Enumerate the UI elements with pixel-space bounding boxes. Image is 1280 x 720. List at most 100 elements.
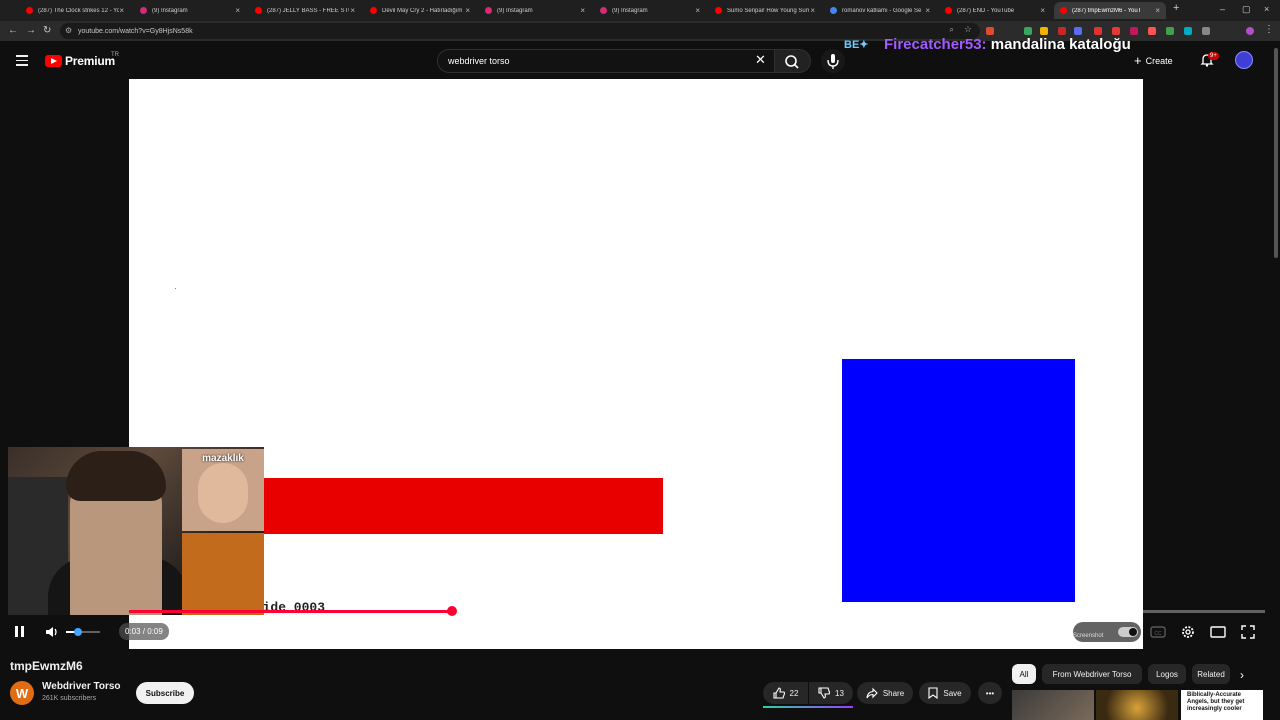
instagram-favicon-icon	[600, 7, 607, 14]
subtitles-button[interactable]: CC	[1150, 624, 1166, 640]
progress-fill	[129, 610, 452, 613]
browser-tab[interactable]: (287) JELLY BASS - FREE STUFF×	[249, 2, 361, 19]
volume-slider[interactable]	[66, 628, 100, 636]
thumbnail-caption: Biblically-Accurate Angels, but they get…	[1187, 692, 1245, 712]
time-display: 0:03 / 0:09	[119, 623, 169, 640]
browser-tab[interactable]: (9) Instagram ×	[594, 2, 706, 19]
extension-icon[interactable]	[986, 27, 994, 35]
premium-logo-text[interactable]: Premium	[65, 54, 115, 68]
close-tab-icon[interactable]: ×	[119, 6, 124, 15]
volume-knob[interactable]	[73, 628, 82, 636]
search-button[interactable]	[775, 49, 811, 73]
extension-icon[interactable]	[1112, 27, 1120, 35]
close-tab-icon[interactable]: ×	[580, 6, 585, 15]
new-tab-button[interactable]: +	[1173, 2, 1179, 14]
browser-tab[interactable]: (9) Instagram ×	[479, 2, 591, 19]
extension-icon[interactable]	[1148, 27, 1156, 35]
video-title: tmpEwmzM6	[10, 659, 83, 673]
more-horizontal-icon: •••	[985, 688, 995, 698]
chip-related[interactable]: Related	[1192, 664, 1230, 684]
browser-tab[interactable]: romanov katliamı - Google Se ×	[824, 2, 936, 19]
progress-scrubber[interactable]	[446, 606, 457, 616]
tab-title: Sumo Senpai! How Young Sumo	[727, 7, 809, 14]
extension-icon[interactable]	[1130, 27, 1138, 35]
like-button[interactable]: 22	[763, 682, 808, 704]
extension-icon[interactable]	[1166, 27, 1174, 35]
youtube-logo-icon[interactable]	[45, 55, 62, 67]
profile-avatar-icon[interactable]	[1246, 27, 1254, 35]
zoom-icon[interactable]: ⌕	[950, 25, 954, 35]
account-avatar[interactable]	[1235, 51, 1253, 69]
chip-logos[interactable]: Logos	[1148, 664, 1186, 684]
maximize-icon[interactable]: ▢	[1242, 4, 1251, 15]
create-button[interactable]: + Create	[1134, 53, 1173, 68]
tab-title: (287) JELLY BASS - FREE STUFF	[267, 7, 349, 14]
save-button[interactable]: Save	[919, 682, 971, 704]
tab-title: (287) END - YouTube	[957, 7, 1015, 14]
browser-tab[interactable]: Sumo Senpai! How Young Sumo ×	[709, 2, 821, 19]
browser-tab-active[interactable]: (287) tmpEwmzM6 - YouT ×	[1054, 2, 1166, 19]
close-tab-icon[interactable]: ×	[235, 6, 240, 15]
browser-menu-icon[interactable]: ⋮	[1264, 24, 1274, 35]
close-tab-icon[interactable]: ×	[695, 6, 700, 15]
extension-icon[interactable]	[1184, 27, 1192, 35]
close-tab-icon[interactable]: ×	[1040, 6, 1045, 15]
minimize-icon[interactable]: –	[1220, 4, 1225, 14]
blue-rectangle	[842, 359, 1075, 602]
site-info-icon[interactable]: ⚙	[65, 26, 72, 35]
like-ratio-bar	[763, 706, 853, 708]
bookmark-star-icon[interactable]: ☆	[964, 24, 972, 35]
back-icon[interactable]: ←	[8, 25, 18, 36]
extension-icon[interactable]	[1094, 27, 1102, 35]
forward-icon[interactable]: →	[26, 25, 36, 36]
video-player[interactable]: Slide 0003	[129, 79, 1143, 649]
channel-avatar[interactable]: W	[10, 681, 34, 705]
reload-icon[interactable]: ↻	[43, 25, 51, 36]
scrollbar-thumb[interactable]	[1274, 48, 1278, 258]
recommended-thumbnail[interactable]	[1096, 690, 1178, 720]
voice-search-button[interactable]	[821, 49, 845, 73]
menu-icon[interactable]	[16, 55, 28, 66]
recommended-thumbnail[interactable]	[1012, 690, 1094, 720]
extension-icon[interactable]	[1074, 27, 1082, 35]
extension-icon[interactable]	[1040, 27, 1048, 35]
browser-tab[interactable]: Devil May Cry 2 - Hatırladığım ×	[364, 2, 476, 19]
autoplay-toggle[interactable]	[1118, 627, 1138, 637]
browser-tab[interactable]: (287) END - YouTube ×	[939, 2, 1051, 19]
chip-all[interactable]: All	[1012, 664, 1036, 684]
close-tab-icon[interactable]: ×	[1155, 6, 1160, 15]
extension-icon[interactable]	[1058, 27, 1066, 35]
close-tab-icon[interactable]: ×	[350, 6, 355, 15]
extension-icon[interactable]	[1024, 27, 1032, 35]
youtube-favicon-icon	[1060, 7, 1067, 14]
url-field[interactable]: ⚙ youtube.com/watch?v=Gy8HjsNs58k ⌕ ☆	[60, 23, 980, 39]
progress-bar[interactable]	[129, 606, 1265, 616]
tab-title: (9) Instagram	[497, 7, 533, 14]
pause-button[interactable]	[13, 625, 27, 639]
stream-chat-overlay: Firecatcher53: mandalina kataloğu	[884, 36, 1131, 53]
thumbs-down-icon	[818, 687, 831, 699]
subscribe-button[interactable]: Subscribe	[136, 682, 194, 704]
recommended-thumbnail[interactable]: Biblically-Accurate Angels, but they get…	[1181, 690, 1263, 720]
settings-button[interactable]	[1180, 624, 1196, 640]
share-button[interactable]: Share	[857, 682, 913, 704]
dislike-button[interactable]: 13	[809, 682, 853, 704]
mute-button[interactable]	[44, 625, 60, 639]
notification-count-badge: 9+	[1208, 52, 1219, 60]
clear-search-icon[interactable]: ✕	[755, 53, 766, 67]
more-actions-button[interactable]: •••	[978, 682, 1002, 704]
browser-tab[interactable]: (287) The Clock strikes 12 - Yo ×	[20, 2, 130, 19]
channel-name[interactable]: Webdriver Torso	[42, 681, 121, 692]
search-input[interactable]: webdriver torso	[437, 49, 775, 73]
close-window-icon[interactable]: ×	[1264, 4, 1269, 14]
chevron-right-icon[interactable]: ›	[1240, 668, 1244, 682]
chip-from-channel[interactable]: From Webdriver Torso	[1042, 664, 1142, 684]
close-tab-icon[interactable]: ×	[465, 6, 470, 15]
theater-mode-button[interactable]	[1210, 624, 1226, 640]
browser-tab[interactable]: (9) Instagram ×	[134, 2, 246, 19]
extensions-puzzle-icon[interactable]	[1202, 27, 1210, 35]
search-icon	[785, 55, 799, 69]
close-tab-icon[interactable]: ×	[810, 6, 815, 15]
close-tab-icon[interactable]: ×	[925, 6, 930, 15]
fullscreen-button[interactable]	[1240, 624, 1256, 640]
